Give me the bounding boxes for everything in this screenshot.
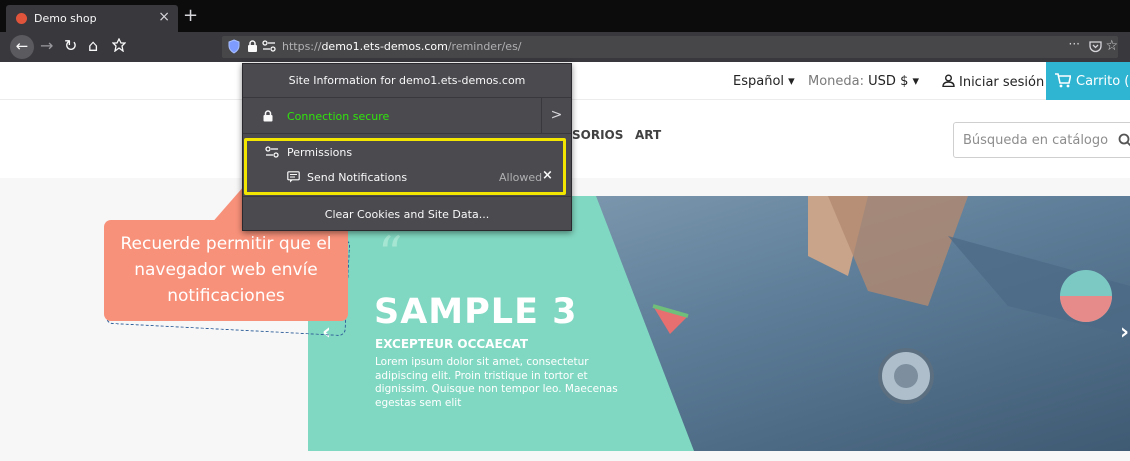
connection-row[interactable]: Connection secure >	[243, 98, 571, 134]
url-text[interactable]: https://demo1.ets-demos.com/reminder/es/	[282, 40, 522, 53]
slide-subtitle: EXCEPTEUR OCCAECAT	[375, 337, 529, 351]
slider-next-icon[interactable]: ›	[1120, 320, 1129, 345]
quote-mark: “	[378, 226, 403, 282]
image-slider: “ SAMPLE 3 EXCEPTEUR OCCAECAT Lorem ipsu…	[308, 196, 1130, 451]
search-placeholder: Búsqueda en catálogo	[963, 133, 1109, 148]
highlight-box	[244, 138, 566, 195]
lock-icon	[263, 110, 273, 122]
callout-line-1: Recuerde permitir que el	[120, 234, 332, 254]
menu-item-art[interactable]: ART	[635, 128, 661, 142]
clear-cookies-button[interactable]: Clear Cookies and Site Data...	[243, 196, 571, 231]
tip-callout: Recuerde permitir que el navegador web e…	[104, 220, 348, 321]
panel-header: Site Information for demo1.ets-demos.com	[243, 64, 571, 98]
cart-label: Carrito (6	[1076, 74, 1130, 89]
language-selector[interactable]: Español ▾	[733, 74, 795, 89]
slide-title: SAMPLE 3	[374, 292, 578, 332]
slide-description: Lorem ipsum dolor sit amet, consectetur …	[375, 356, 618, 409]
currency-selector[interactable]: Moneda: USD $ ▾	[808, 74, 919, 89]
login-link[interactable]: Iniciar sesión	[942, 74, 1044, 90]
search-icon[interactable]	[1118, 133, 1130, 148]
connection-status: Connection secure	[287, 110, 390, 123]
callout-line-2: navegador web envíe	[134, 260, 318, 280]
menu-item-accesorios[interactable]: SORIOS	[572, 128, 623, 142]
user-icon	[942, 74, 955, 88]
page-actions-icon[interactable]: ···	[1069, 37, 1080, 51]
pocket-icon[interactable]	[1089, 40, 1102, 53]
cart-button[interactable]: Carrito (6	[1046, 62, 1130, 100]
cart-icon	[1055, 73, 1071, 88]
address-bar[interactable]: https://demo1.ets-demos.com/reminder/es/…	[222, 36, 1118, 58]
callout-line-3: notificaciones	[167, 286, 285, 306]
bookmark-star-icon[interactable]: ☆	[1105, 38, 1118, 54]
chevron-right-icon[interactable]: >	[541, 98, 571, 133]
search-input[interactable]: Búsqueda en catálogo	[953, 122, 1130, 158]
